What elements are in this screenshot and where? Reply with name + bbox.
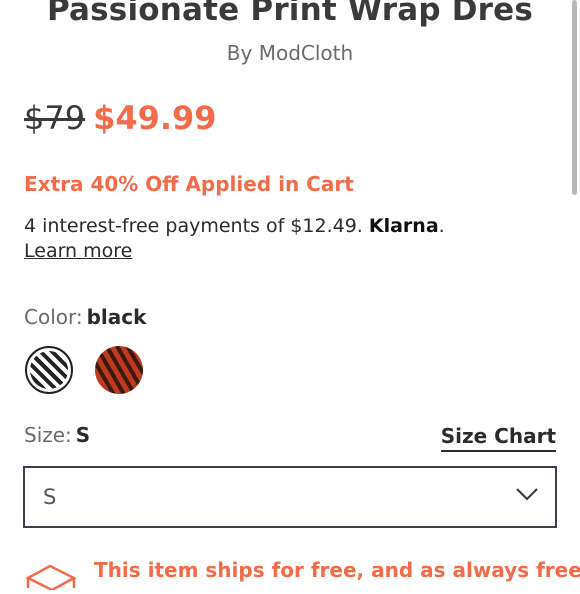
swatch-red[interactable] — [95, 346, 143, 394]
size-dropdown-value: S — [43, 485, 57, 509]
swatch-black-pattern — [30, 351, 68, 389]
klarna-text: 4 interest-free payments of $12.49. — [24, 215, 363, 237]
promo-text: Extra 40% Off Applied in Cart — [24, 172, 354, 196]
selected-color: black — [86, 305, 147, 329]
klarna-period: . — [438, 215, 445, 237]
color-label-text: Color: — [24, 305, 83, 329]
brand-byline: By ModCloth — [226, 41, 354, 65]
selected-size: S — [75, 423, 91, 447]
swatch-red-pattern — [95, 346, 143, 394]
size-chart-link[interactable]: Size Chart — [440, 424, 556, 452]
scrollbar[interactable] — [572, 0, 577, 195]
swatch-black[interactable] — [25, 346, 73, 394]
price-row: $79 $49.99 — [24, 99, 217, 137]
original-price: $79 — [24, 99, 86, 137]
color-label: Color: black — [24, 305, 146, 329]
shipping-text: This item ships for free, and as always … — [94, 558, 580, 582]
klarna-info: 4 interest-free payments of $12.49. Klar… — [24, 214, 560, 264]
size-label-text: Size: — [24, 423, 72, 447]
truck-icon — [24, 564, 78, 594]
chevron-down-icon — [515, 486, 539, 506]
klarna-brand: Klarna — [368, 215, 439, 237]
product-title: Passionate Print Wrap Dres — [46, 0, 534, 28]
learn-more-link[interactable]: Learn more — [24, 240, 132, 262]
size-dropdown[interactable]: S — [23, 466, 557, 528]
size-label: Size: S — [24, 423, 90, 447]
sale-price: $49.99 — [93, 99, 217, 137]
shipping-banner: This item ships for free, and as always … — [24, 552, 580, 594]
